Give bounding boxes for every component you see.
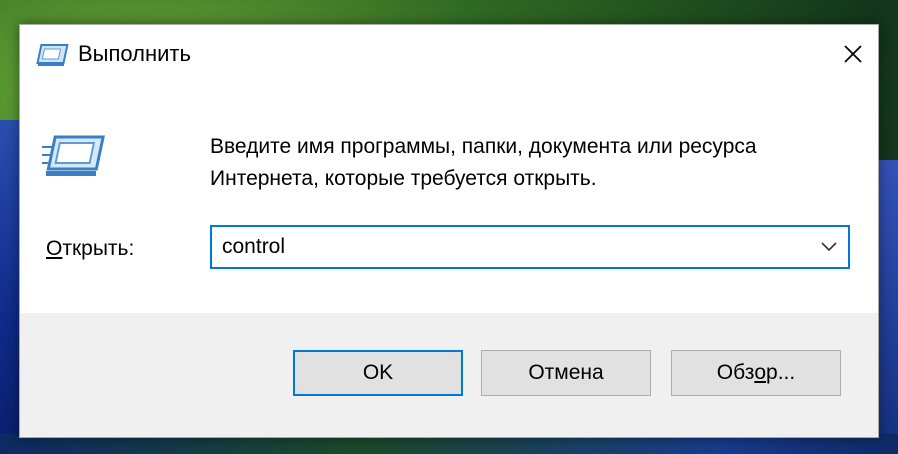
window-title: Выполнить [78, 41, 191, 66]
browse-label-prefix: Обз [716, 361, 755, 384]
chevron-down-icon [821, 242, 837, 252]
open-label-accelerator: О [46, 237, 63, 260]
close-icon [844, 45, 862, 63]
ok-button[interactable]: OK [293, 350, 463, 396]
browse-label-suffix: р... [766, 361, 796, 384]
browse-label-accelerator: о [754, 361, 767, 384]
open-input[interactable] [222, 233, 802, 261]
button-bar: OK Отмена Обз о р... [20, 313, 878, 437]
dropdown-button[interactable] [814, 233, 844, 261]
cancel-button[interactable]: Отмена [481, 350, 651, 396]
open-label: Открыть: [46, 237, 134, 261]
browse-button[interactable]: Обз о р... [671, 350, 841, 396]
run-dialog-icon [42, 135, 105, 176]
title-bar[interactable]: Выполнить [20, 25, 878, 87]
run-app-icon [36, 44, 69, 66]
close-button[interactable] [832, 33, 874, 75]
open-label-rest: ткрыть: [62, 237, 135, 260]
open-combobox[interactable] [210, 225, 850, 269]
dialog-content: Введите имя программы, папки, документа … [20, 87, 878, 313]
instruction-text: Введите имя программы, папки, документа … [210, 135, 757, 190]
run-dialog: Выполнить Введите имя программы, папки, … [19, 24, 879, 438]
